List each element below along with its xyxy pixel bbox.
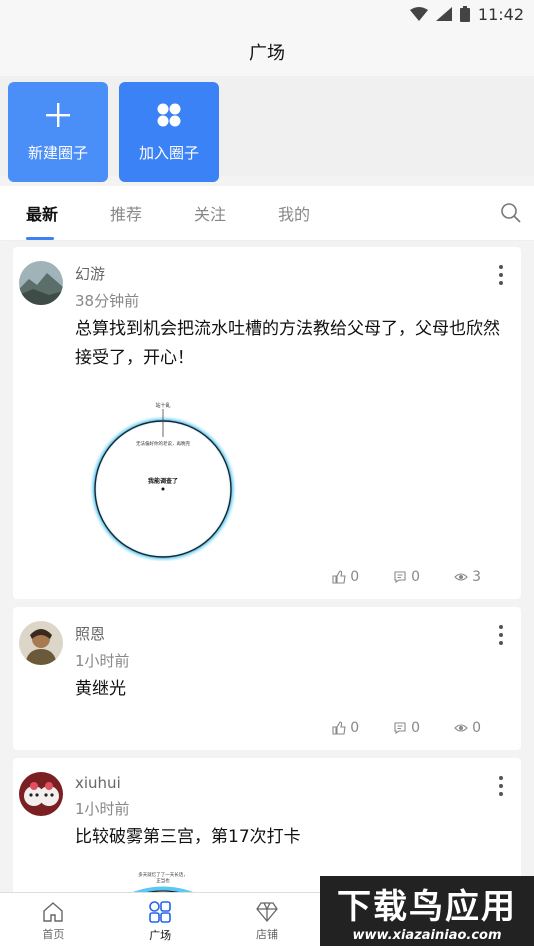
view-count-stat: 0	[454, 720, 481, 736]
create-circle-label: 新建圈子	[27, 143, 88, 162]
more-options-icon[interactable]	[495, 776, 507, 796]
image-text-2: 无法偏好你的老说，再晚完	[136, 440, 190, 447]
post-author[interactable]: 幻游	[75, 263, 139, 284]
nav-plaza[interactable]: 广场	[107, 893, 214, 950]
post-time: 38分钟前	[75, 292, 140, 310]
image-text-1: 多天就忆了了一天长话，	[138, 871, 188, 878]
more-options-icon[interactable]	[495, 625, 507, 645]
nav-plaza-label: 广场	[149, 929, 172, 942]
comment-icon	[394, 722, 406, 735]
post-author[interactable]: 照恩	[75, 623, 130, 644]
comment-count: 0	[411, 569, 421, 585]
eye-icon	[454, 724, 468, 732]
comment-button[interactable]: 0	[393, 720, 420, 736]
post-content: 总算找到机会把流水吐槽的方法教给父母了，父母也欣然接受了，开心！	[75, 319, 500, 368]
view-count: 0	[472, 720, 481, 736]
status-time: 11:42	[477, 4, 524, 24]
status-bar: 11:42	[0, 0, 534, 28]
like-count: 0	[350, 720, 360, 736]
nav-home[interactable]: 首页	[0, 893, 107, 950]
wifi-icon	[409, 7, 428, 21]
image-text-2: 正当也	[156, 877, 170, 884]
avatar[interactable]	[19, 621, 63, 665]
nav-shop[interactable]: 店铺	[214, 893, 321, 950]
post-stats: 0 0 0	[13, 704, 521, 750]
post-card[interactable]: 幻游 38分钟前 总算找到机会把流水吐槽的方法教给父母了，父母也欣然接受了，开心…	[13, 247, 521, 599]
tab-latest[interactable]: 最新	[26, 186, 58, 240]
plus-icon	[46, 102, 70, 127]
post-time: 1小时前	[75, 652, 130, 670]
post-feed: 幻游 38分钟前 总算找到机会把流水吐槽的方法教给父母了，父母也欣然接受了，开心…	[0, 241, 534, 930]
home-icon	[43, 902, 64, 922]
post-content: 比较破雾第三宫，第17次打卡	[75, 827, 301, 847]
battery-icon	[459, 6, 470, 22]
image-text-1: 站十乱	[155, 402, 170, 409]
post-content: 黄继光	[75, 679, 126, 699]
search-icon[interactable]	[500, 202, 522, 224]
image-text-3: 我能调查了	[148, 477, 178, 485]
tab-following[interactable]: 关注	[194, 186, 226, 240]
thumb-up-icon	[332, 570, 346, 584]
watermark-url: www.xiazainiao.com	[352, 928, 502, 943]
like-count: 0	[350, 569, 360, 585]
more-options-icon[interactable]	[495, 265, 507, 285]
join-circle-label: 加入圈子	[138, 143, 199, 162]
comment-count: 0	[411, 720, 421, 736]
signal-icon	[435, 7, 452, 21]
view-count-stat: 3	[454, 569, 481, 585]
comment-icon	[394, 571, 406, 584]
like-button[interactable]: 0	[332, 720, 359, 736]
circle-actions: 新建圈子 加入圈子	[0, 76, 534, 182]
like-button[interactable]: 0	[332, 569, 359, 585]
feed-tabs: 最新 推荐 关注 我的	[0, 186, 534, 241]
thumb-up-icon	[332, 721, 346, 735]
post-card[interactable]: 照恩 1小时前 黄继光 0 0 0	[13, 607, 521, 750]
view-count: 3	[472, 569, 481, 585]
join-circle-icon	[157, 103, 181, 126]
avatar[interactable]	[19, 772, 63, 816]
watermark-title: 下载鸟应用	[337, 887, 517, 927]
post-author[interactable]: xiuhui	[75, 774, 130, 792]
watermark-logo: 下载鸟应用 www.xiazainiao.com	[320, 876, 534, 946]
post-stats: 0 0 3	[13, 561, 521, 599]
eye-icon	[454, 573, 468, 581]
post-time: 1小时前	[75, 800, 130, 818]
plaza-icon	[149, 901, 171, 923]
tab-mine[interactable]: 我的	[278, 186, 310, 240]
comment-button[interactable]: 0	[393, 569, 420, 585]
create-circle-button[interactable]: 新建圈子	[8, 82, 108, 182]
nav-shop-label: 店铺	[255, 928, 278, 941]
diamond-icon	[256, 902, 278, 923]
nav-home-label: 首页	[42, 928, 65, 941]
join-circle-button[interactable]: 加入圈子	[119, 82, 219, 182]
tab-recommended[interactable]: 推荐	[110, 186, 142, 240]
page-title: 广场	[0, 28, 534, 76]
post-image[interactable]: 站十乱 无法偏好你的老说，再晚完 我能调查了	[87, 391, 243, 563]
avatar[interactable]	[19, 261, 63, 305]
